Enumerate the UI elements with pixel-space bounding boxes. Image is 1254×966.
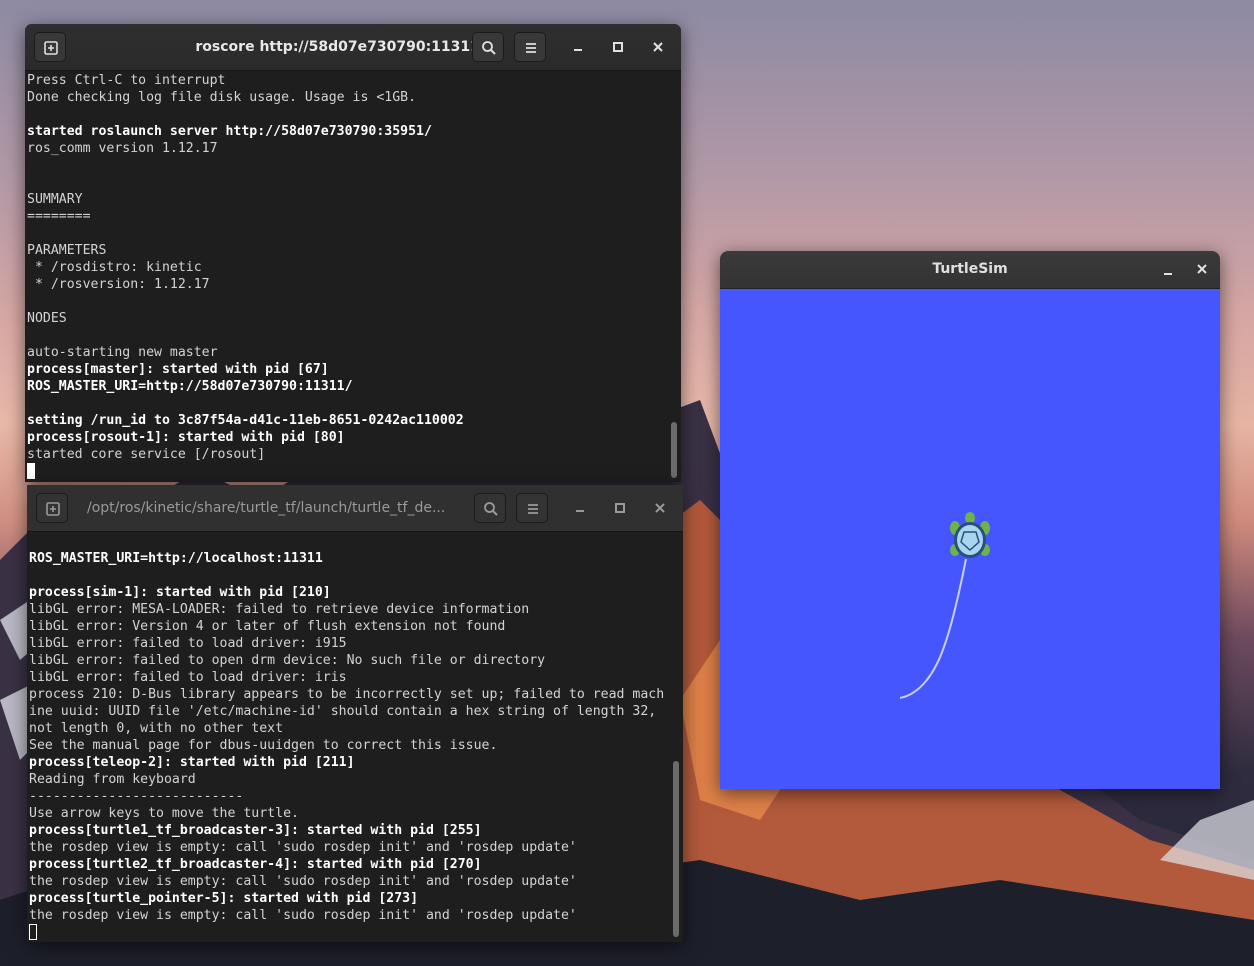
close-button[interactable]	[1192, 259, 1212, 279]
search-icon	[484, 502, 498, 516]
menu-button[interactable]	[514, 32, 546, 62]
hamburger-menu-icon	[528, 504, 538, 514]
terminal-line: libGL error: failed to open drm device: …	[29, 653, 546, 668]
terminal-line: Press Ctrl-C to interrupt	[27, 73, 226, 88]
maximize-button[interactable]	[608, 37, 628, 57]
terminal-line: process 210: D-Bus library appears to be…	[29, 687, 665, 702]
scrollbar[interactable]	[671, 422, 677, 478]
terminal-line: not length 0, with no other text	[29, 721, 284, 736]
terminal-line: auto-starting new master	[27, 345, 218, 360]
menu-button[interactable]	[516, 493, 548, 523]
terminal-titlebar[interactable]: /opt/ros/kinetic/share/turtle_tf/launch/…	[27, 485, 683, 532]
terminal-line: process[turtle1_tf_broadcaster-3]: start…	[29, 823, 482, 838]
terminal-line: ROS_MASTER_URI=http://58d07e730790:11311…	[27, 379, 353, 394]
scrollbar[interactable]	[673, 761, 679, 937]
terminal-line: Use arrow keys to move the turtle.	[29, 806, 299, 821]
terminal-line: libGL error: failed to load driver: i915	[29, 636, 347, 651]
minimize-button[interactable]	[570, 498, 590, 518]
terminal-line: ---------------------------	[29, 789, 244, 804]
terminal-line: process[sim-1]: started with pid [210]	[29, 585, 331, 600]
close-button[interactable]	[648, 37, 668, 57]
turtle-icon	[950, 512, 990, 558]
terminal-line: process[rosout-1]: started with pid [80]	[27, 430, 345, 445]
terminal-line: the rosdep view is empty: call 'sudo ros…	[29, 840, 577, 855]
close-icon	[1197, 264, 1207, 274]
terminal-line: libGL error: MESA-LOADER: failed to retr…	[29, 602, 530, 617]
terminal-line: Reading from keyboard	[29, 772, 196, 787]
turtlesim-drawing	[899, 512, 990, 699]
turtlesim-canvas	[720, 289, 1220, 789]
new-tab-icon	[44, 41, 58, 55]
search-icon	[482, 41, 496, 55]
turtle-trail	[899, 558, 967, 699]
maximize-button[interactable]	[610, 498, 630, 518]
text-cursor	[29, 924, 37, 940]
terminal-line: * /rosversion: 1.12.17	[27, 277, 210, 292]
terminal-line: See the manual page for dbus-uuidgen to …	[29, 738, 498, 753]
terminal-line: process[master]: started with pid [67]	[27, 362, 329, 377]
window-title: TurtleSim	[932, 261, 1008, 277]
terminal-line: started roslaunch server http://58d07e73…	[27, 124, 432, 139]
terminal-output[interactable]: ROS_MASTER_URI=http://localhost:11311pro…	[29, 550, 669, 942]
terminal-line: process[turtle_pointer-5]: started with …	[29, 891, 419, 906]
terminal-line: process[teleop-2]: started with pid [211…	[29, 755, 355, 770]
terminal-line: NODES	[27, 311, 67, 326]
turtlesim-titlebar[interactable]: TurtleSim	[720, 251, 1220, 289]
minimize-button[interactable]	[1158, 260, 1178, 280]
search-button[interactable]	[474, 493, 506, 523]
terminal-prompt-line[interactable]	[29, 924, 669, 941]
terminal-prompt-line[interactable]	[27, 463, 667, 480]
minimize-icon	[1164, 273, 1172, 275]
close-button[interactable]	[650, 498, 670, 518]
terminal-output[interactable]: Press Ctrl-C to interrupt Done checking l…	[27, 72, 667, 482]
minimize-button[interactable]	[568, 37, 588, 57]
close-icon	[655, 503, 665, 513]
terminal-line: * /rosdistro: kinetic	[27, 260, 202, 275]
search-button[interactable]	[472, 32, 504, 62]
maximize-icon	[615, 503, 625, 513]
terminal-line: process[turtle2_tf_broadcaster-4]: start…	[29, 857, 482, 872]
terminal-line: libGL error: failed to load driver: iris	[29, 670, 347, 685]
new-tab-button[interactable]	[36, 493, 68, 523]
turtlesim-window[interactable]: TurtleSim	[720, 251, 1220, 789]
hamburger-menu-icon	[526, 43, 536, 53]
terminal-line: Done checking log file disk usage. Usage…	[27, 90, 417, 105]
terminal-line: the rosdep view is empty: call 'sudo ros…	[29, 908, 577, 923]
terminal-window-turtle-tf[interactable]: /opt/ros/kinetic/share/turtle_tf/launch/…	[27, 485, 683, 942]
terminal-line: PARAMETERS	[27, 243, 107, 258]
terminal-line: started core service [/rosout]	[27, 447, 266, 462]
terminal-line: ine uuid: UUID file '/etc/machine-id' sh…	[29, 704, 657, 719]
minimize-icon	[576, 510, 584, 512]
terminal-line: ros_comm version 1.12.17	[27, 141, 218, 156]
new-tab-icon	[46, 502, 60, 516]
terminal-line: ROS_MASTER_URI=http://localhost:11311	[29, 551, 323, 566]
terminal-window-roscore[interactable]: roscore http://58d07e730790:11311/ Press…	[25, 24, 681, 482]
new-tab-button[interactable]	[34, 32, 66, 62]
terminal-line: SUMMARY	[27, 192, 83, 207]
text-cursor	[27, 463, 35, 479]
terminal-line: the rosdep view is empty: call 'sudo ros…	[29, 874, 577, 889]
window-title: /opt/ros/kinetic/share/turtle_tf/launch/…	[87, 500, 446, 516]
terminal-line: setting /run_id to 3c87f54a-d41c-11eb-86…	[27, 413, 464, 428]
terminal-titlebar[interactable]: roscore http://58d07e730790:11311/	[25, 24, 681, 71]
terminal-line: ========	[27, 209, 91, 224]
minimize-icon	[574, 49, 582, 51]
maximize-icon	[613, 42, 623, 52]
window-title: roscore http://58d07e730790:11311/	[195, 39, 485, 55]
terminal-line: libGL error: Version 4 or later of flush…	[29, 619, 506, 634]
close-icon	[653, 42, 663, 52]
